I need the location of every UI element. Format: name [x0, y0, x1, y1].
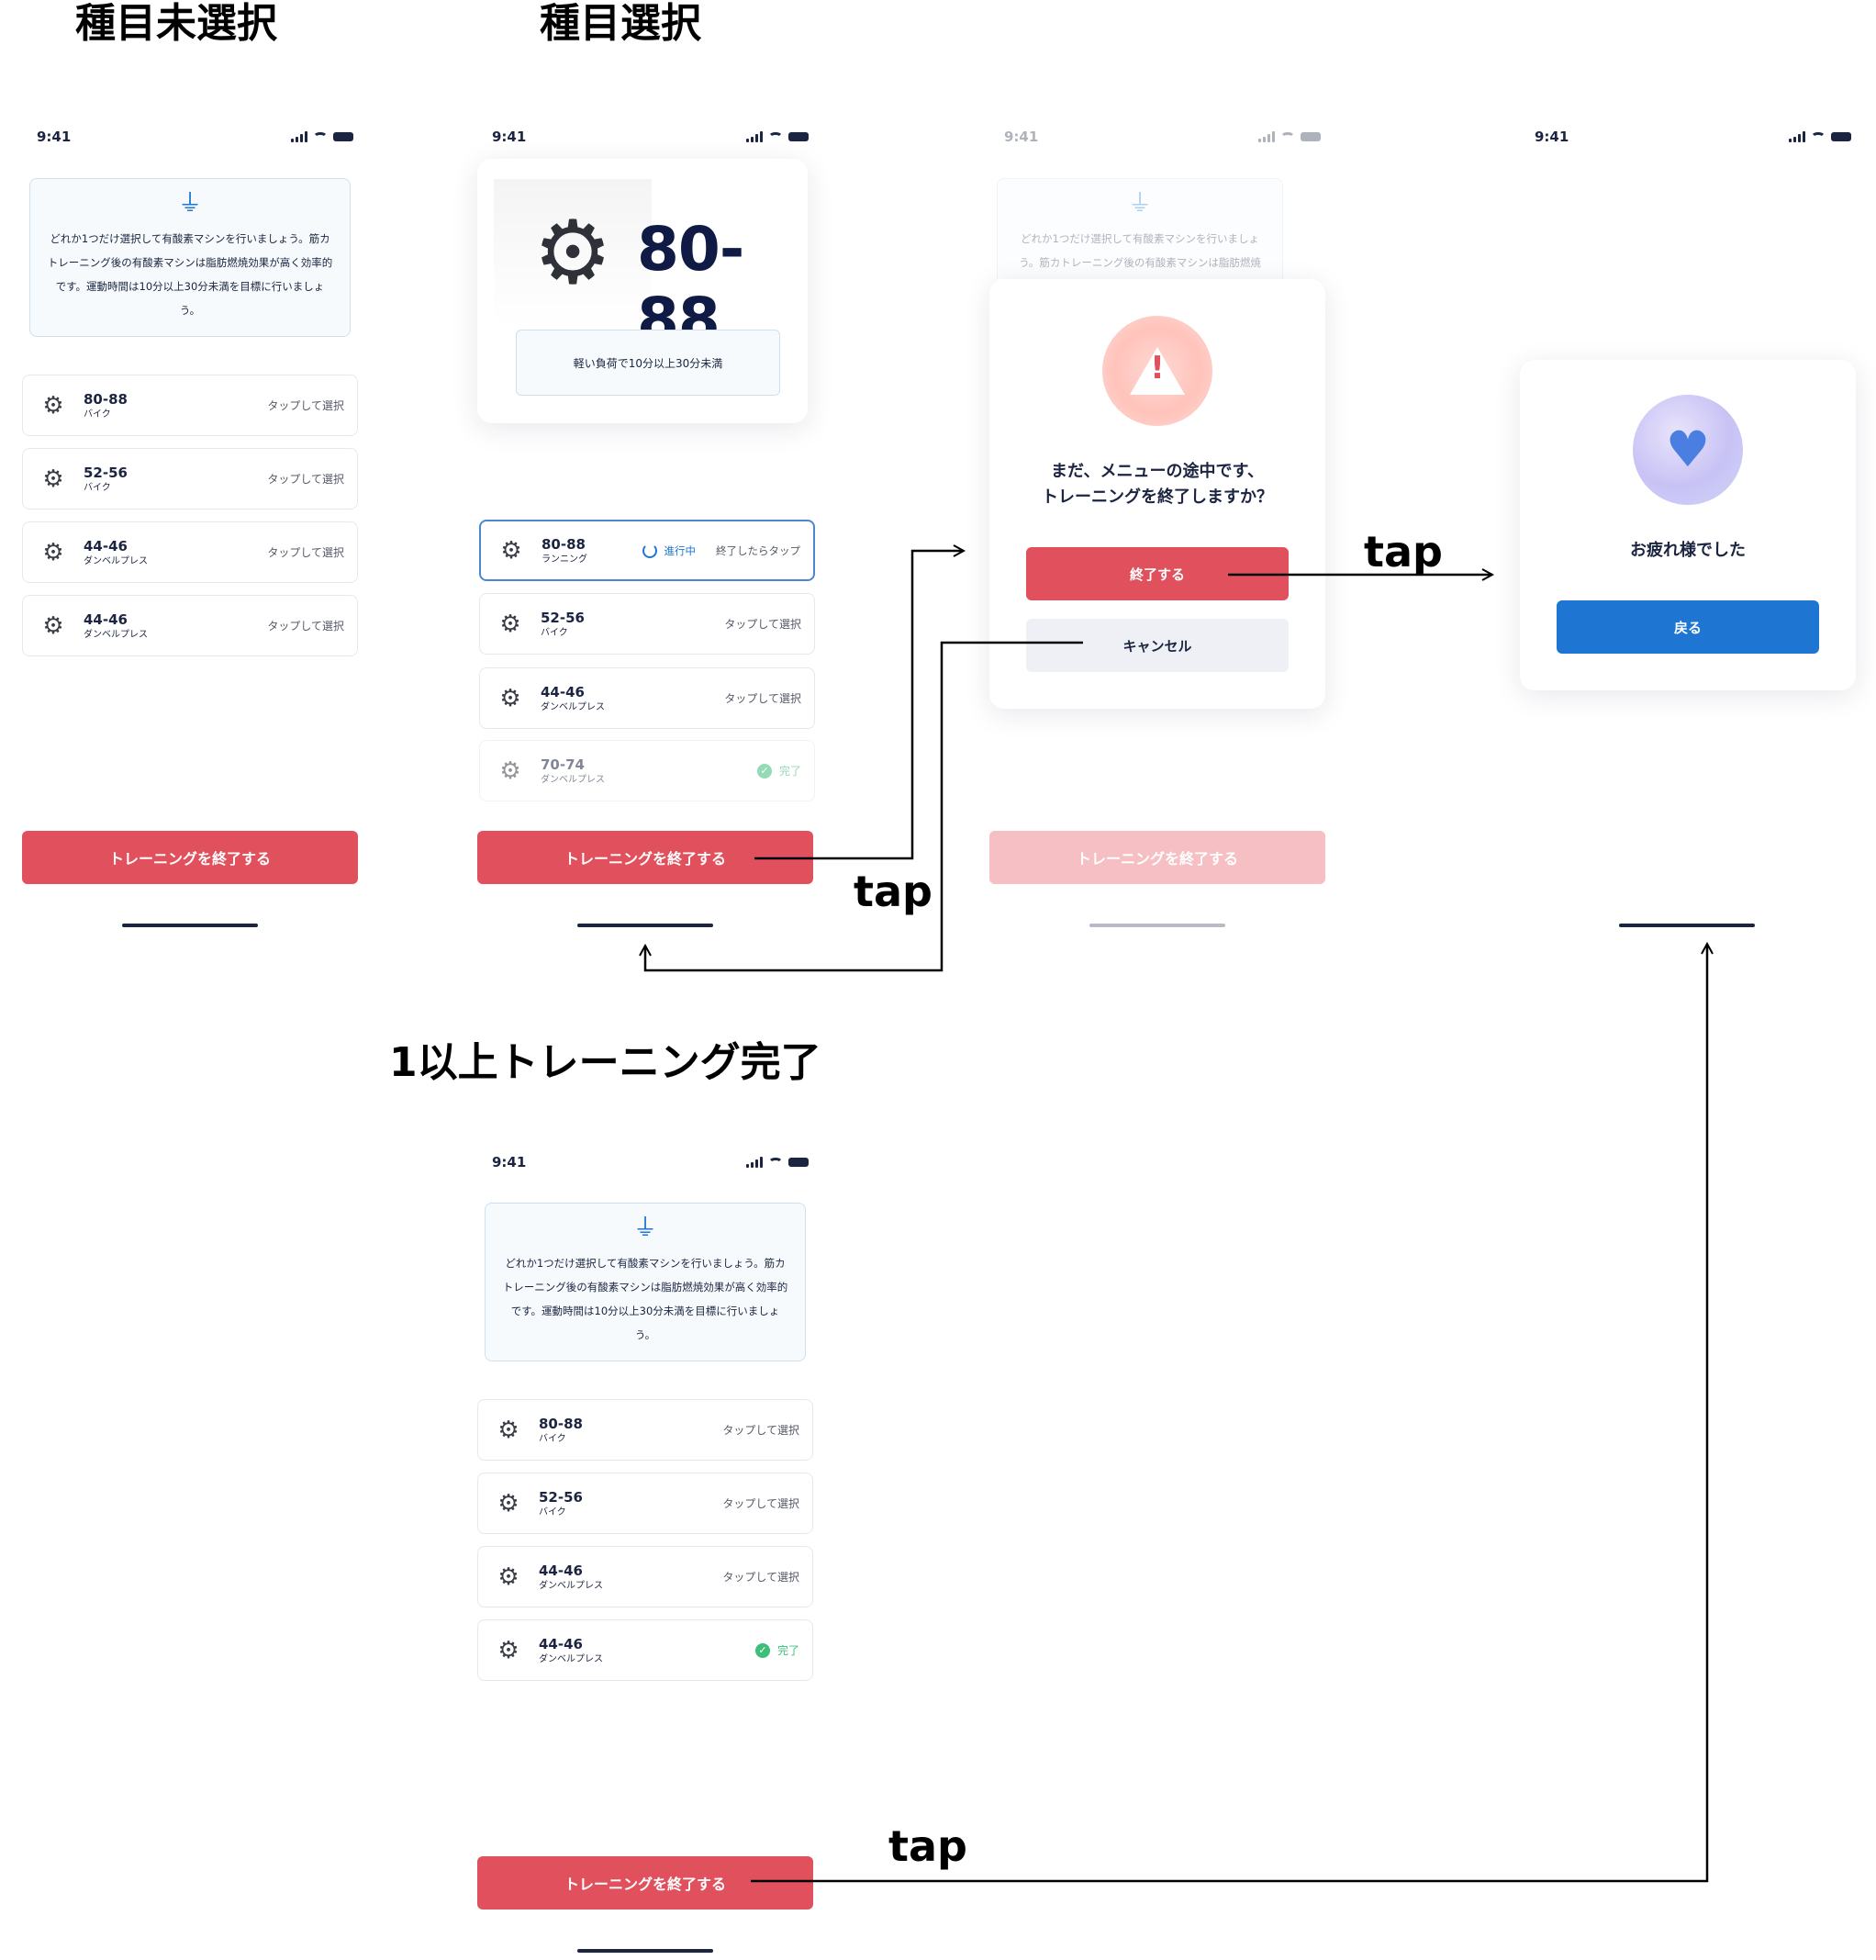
- tap-label: tap: [854, 867, 932, 916]
- flow-arrows: [0, 0, 1876, 1883]
- arrow-cancel-back: [645, 641, 1083, 972]
- arrow-direct-to-finished: [751, 944, 1707, 1883]
- tap-label: tap: [1364, 527, 1443, 577]
- tap-label: tap: [888, 1821, 967, 1871]
- arrow-to-confirm-dialog: [754, 551, 964, 860]
